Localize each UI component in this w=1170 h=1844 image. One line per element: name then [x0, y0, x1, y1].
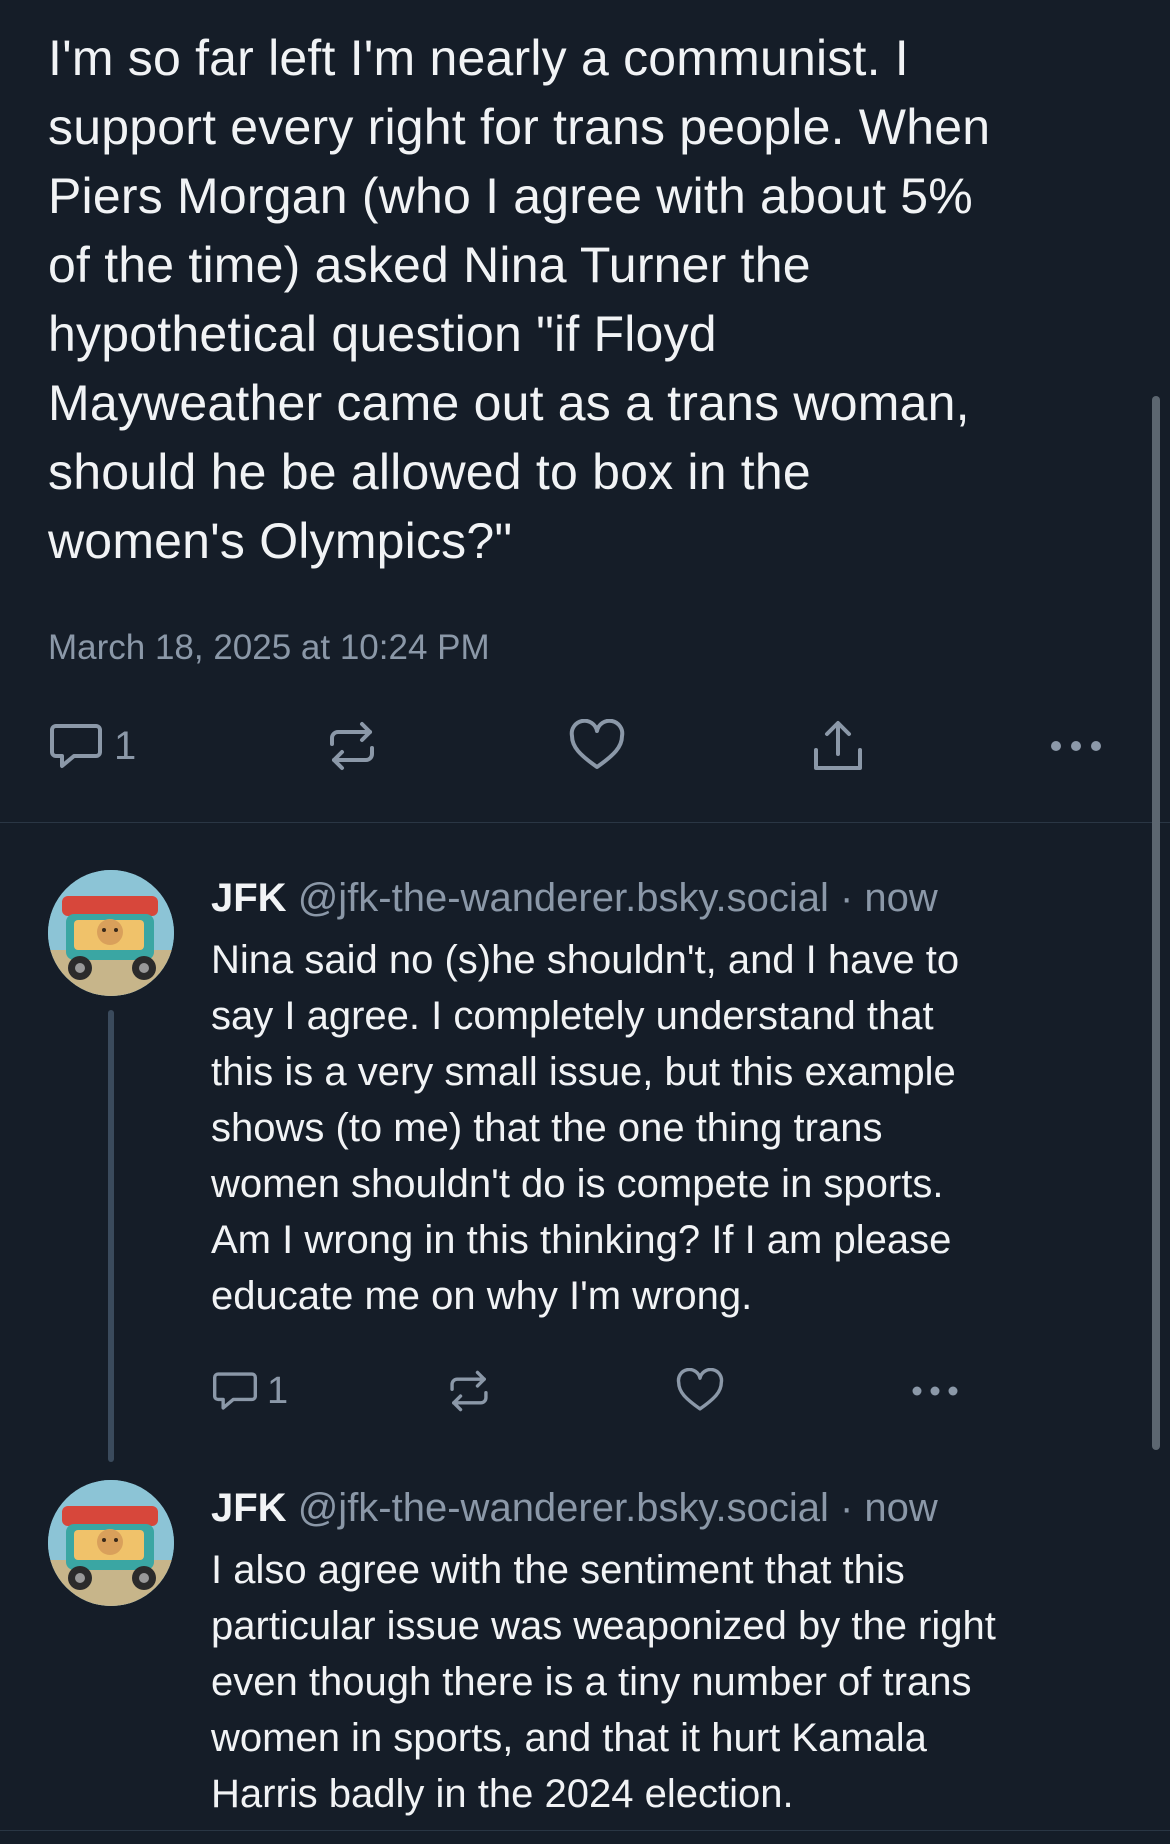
reply-header: JFK @jfk-the-wanderer.bsky.social · now: [211, 876, 938, 921]
more-options-button[interactable]: [909, 1366, 961, 1416]
reply-post[interactable]: JFK @jfk-the-wanderer.bsky.social · now …: [0, 870, 1170, 1470]
share-icon: [810, 718, 866, 774]
like-icon: [568, 719, 626, 773]
reply-count: 1: [114, 723, 137, 768]
post-time: · now: [840, 876, 938, 920]
post-time: · now: [840, 1486, 938, 1530]
like-button[interactable]: [568, 716, 626, 776]
like-button[interactable]: [675, 1366, 725, 1416]
repost-icon: [445, 1369, 493, 1413]
repost-button[interactable]: [324, 716, 380, 776]
reply-icon: [211, 1369, 259, 1413]
repost-icon: [324, 720, 380, 772]
reply-count: 1: [267, 1369, 289, 1412]
post-text: I'm so far left I'm nearly a communist. …: [48, 30, 991, 569]
reply-button[interactable]: 1: [48, 716, 136, 776]
post-actions: 1: [48, 716, 1108, 776]
divider: [0, 1830, 1170, 1831]
author-name[interactable]: JFK: [211, 1486, 287, 1530]
reply-text: I also agree with the sentiment that thi…: [211, 1548, 996, 1816]
author-handle[interactable]: @jfk-the-wanderer.bsky.social: [298, 1486, 829, 1530]
share-button[interactable]: [810, 716, 866, 776]
more-icon: [1048, 736, 1104, 756]
thread-line: [108, 1010, 114, 1462]
reply-button[interactable]: 1: [211, 1366, 288, 1416]
post-timestamp: March 18, 2025 at 10:24 PM: [48, 628, 490, 667]
author-name[interactable]: JFK: [211, 876, 287, 920]
repost-button[interactable]: [445, 1366, 493, 1416]
avatar[interactable]: [48, 870, 174, 996]
more-icon: [909, 1382, 961, 1400]
reply-actions: 1: [211, 1366, 1011, 1416]
more-options-button[interactable]: [1048, 716, 1104, 776]
reply-post[interactable]: JFK @jfk-the-wanderer.bsky.social · now …: [0, 1480, 1170, 1844]
reply-header: JFK @jfk-the-wanderer.bsky.social · now: [211, 1486, 938, 1531]
main-post: I'm so far left I'm nearly a communist. …: [0, 0, 1170, 823]
avatar[interactable]: [48, 1480, 174, 1606]
author-handle[interactable]: @jfk-the-wanderer.bsky.social: [298, 876, 829, 920]
reply-icon: [48, 720, 104, 772]
like-icon: [675, 1368, 725, 1414]
reply-text: Nina said no (s)he shouldn't, and I have…: [211, 938, 960, 1318]
